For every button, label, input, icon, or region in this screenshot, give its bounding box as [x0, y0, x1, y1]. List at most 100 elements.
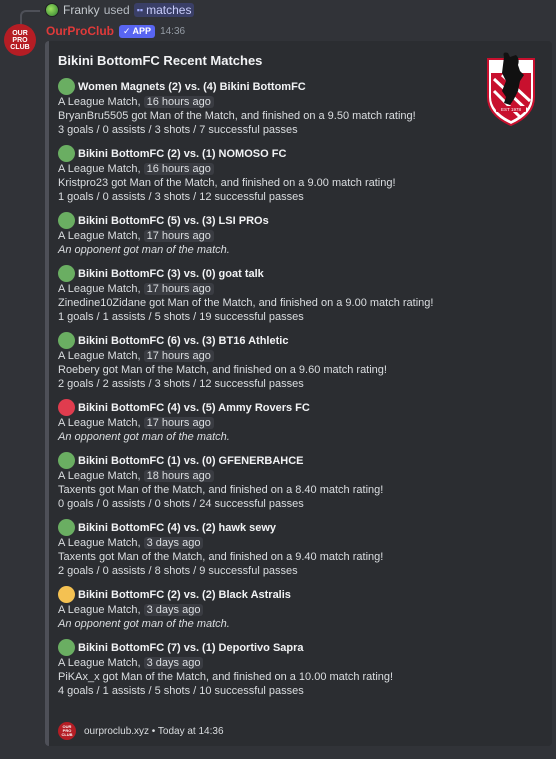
- player-stats: 2 goals / 2 assists / 3 shots / 12 succe…: [58, 378, 304, 390]
- match-meta: A League Match, 17 hours ago: [58, 229, 540, 243]
- app-badge-label: APP: [132, 26, 152, 36]
- footer-logo-line: CLUB: [61, 732, 73, 737]
- match-meta: A League Match, 3 days ago: [58, 536, 540, 550]
- man-of-the-match: An opponent got man of the match.: [58, 244, 230, 256]
- player-stats: 1 goals / 1 assists / 5 shots / 19 succe…: [58, 311, 304, 323]
- match-title: Bikini BottomFC (5) vs. (3) LSI PROs: [78, 214, 269, 227]
- match-title: Bikini BottomFC (2) vs. (1) NOMOSO FC: [78, 147, 287, 160]
- match-type: A League Match,: [58, 163, 141, 175]
- bot-username[interactable]: OurProClub: [46, 24, 114, 38]
- club-crest-icon[interactable]: EST 1978: [482, 51, 540, 127]
- match-meta: A League Match, 18 hours ago: [58, 469, 540, 483]
- match-entry: Bikini BottomFC (4) vs. (5) Ammy Rovers …: [58, 399, 540, 444]
- result-win-icon: [58, 639, 75, 656]
- match-time[interactable]: 17 hours ago: [143, 417, 214, 429]
- match-type: A League Match,: [58, 230, 141, 242]
- avatar-line: OUR: [12, 29, 28, 37]
- match-header: Bikini BottomFC (7) vs. (1) Deportivo Sa…: [58, 639, 540, 656]
- avatar-line: CLUB: [10, 43, 30, 51]
- result-win-icon: [58, 212, 75, 229]
- match-entry: Bikini BottomFC (6) vs. (3) BT16 Athleti…: [58, 332, 540, 391]
- match-type: A League Match,: [58, 96, 141, 108]
- match-time[interactable]: 16 hours ago: [143, 163, 214, 175]
- footer-logo: OUR PRO CLUB: [58, 722, 76, 740]
- reply-verb: used: [103, 3, 130, 17]
- command-chip[interactable]: ▪▪ matches: [133, 3, 195, 17]
- match-title: Bikini BottomFC (4) vs. (5) Ammy Rovers …: [78, 401, 310, 414]
- player-stats: 1 goals / 0 assists / 3 shots / 12 succe…: [58, 191, 304, 203]
- match-entry: Bikini BottomFC (2) vs. (2) Black Astral…: [58, 586, 540, 631]
- match-header: Bikini BottomFC (2) vs. (2) Black Astral…: [58, 586, 540, 603]
- match-header: Bikini BottomFC (6) vs. (3) BT16 Athleti…: [58, 332, 540, 349]
- match-meta: A League Match, 16 hours ago: [58, 162, 540, 176]
- bot-avatar[interactable]: OUR PRO CLUB: [4, 24, 36, 56]
- match-meta: A League Match, 17 hours ago: [58, 416, 540, 430]
- match-entry: Bikini BottomFC (7) vs. (1) Deportivo Sa…: [58, 639, 540, 698]
- match-time[interactable]: 17 hours ago: [143, 350, 214, 362]
- match-type: A League Match,: [58, 657, 141, 669]
- match-title: Bikini BottomFC (3) vs. (0) goat talk: [78, 267, 264, 280]
- message-header: OurProClub ✓ APP 14:36: [46, 23, 185, 39]
- slash-command-icon: ▪▪: [136, 5, 144, 15]
- match-header: Bikini BottomFC (4) vs. (2) hawk sewy: [58, 519, 540, 536]
- match-title: Bikini BottomFC (2) vs. (2) Black Astral…: [78, 588, 291, 601]
- match-title: Women Magnets (2) vs. (4) Bikini BottomF…: [78, 80, 306, 93]
- player-stats: 2 goals / 0 assists / 8 shots / 9 succes…: [58, 565, 298, 577]
- match-time[interactable]: 18 hours ago: [143, 470, 214, 482]
- avatar-line: PRO: [12, 36, 28, 44]
- man-of-the-match: Taxents got Man of the Match, and finish…: [58, 551, 384, 563]
- footer-text: ourproclub.xyz • Today at 14:36: [84, 725, 224, 737]
- match-entry: Bikini BottomFC (3) vs. (0) goat talk A L…: [58, 265, 540, 324]
- result-win-icon: [58, 332, 75, 349]
- match-title: Bikini BottomFC (1) vs. (0) GFENERBAHCE: [78, 454, 304, 467]
- match-header: Bikini BottomFC (3) vs. (0) goat talk: [58, 265, 540, 282]
- match-list: Women Magnets (2) vs. (4) Bikini BottomF…: [58, 78, 540, 698]
- match-title: Bikini BottomFC (4) vs. (2) hawk sewy: [78, 521, 277, 534]
- player-stats: 0 goals / 0 assists / 0 shots / 24 succe…: [58, 498, 304, 510]
- command-name: matches: [146, 3, 192, 17]
- match-type: A League Match,: [58, 604, 141, 616]
- reply-context[interactable]: Franky used ▪▪ matches: [45, 1, 195, 19]
- match-time[interactable]: 16 hours ago: [143, 96, 214, 108]
- match-title: Bikini BottomFC (6) vs. (3) BT16 Athleti…: [78, 334, 289, 347]
- match-header: Bikini BottomFC (1) vs. (0) GFENERBAHCE: [58, 452, 540, 469]
- match-time[interactable]: 3 days ago: [143, 657, 204, 669]
- reply-username[interactable]: Franky: [63, 3, 100, 17]
- match-time[interactable]: 17 hours ago: [143, 230, 214, 242]
- match-meta: A League Match, 3 days ago: [58, 603, 540, 617]
- result-loss-icon: [58, 399, 75, 416]
- result-win-icon: [58, 78, 75, 95]
- man-of-the-match: An opponent got man of the match.: [58, 618, 230, 630]
- matches-embed: Bikini BottomFC Recent Matches EST 1978 …: [45, 41, 552, 746]
- match-time[interactable]: 3 days ago: [143, 604, 204, 616]
- match-time[interactable]: 17 hours ago: [143, 283, 214, 295]
- embed-title: Bikini BottomFC Recent Matches: [58, 53, 263, 68]
- man-of-the-match: Taxents got Man of the Match, and finish…: [58, 484, 384, 496]
- man-of-the-match: PiKAx_x got Man of the Match, and finish…: [58, 671, 394, 683]
- result-win-icon: [58, 145, 75, 162]
- app-badge: ✓ APP: [119, 24, 156, 38]
- reply-avatar[interactable]: [45, 3, 59, 17]
- result-win-icon: [58, 519, 75, 536]
- match-entry: Bikini BottomFC (1) vs. (0) GFENERBAHCE A…: [58, 452, 540, 511]
- verified-check-icon: ✓: [123, 25, 131, 36]
- player-stats: 4 goals / 1 assists / 5 shots / 10 succe…: [58, 685, 304, 697]
- man-of-the-match: An opponent got man of the match.: [58, 431, 230, 443]
- result-draw-icon: [58, 586, 75, 603]
- match-header: Women Magnets (2) vs. (4) Bikini BottomF…: [58, 78, 540, 95]
- match-entry: Women Magnets (2) vs. (4) Bikini BottomF…: [58, 78, 540, 137]
- player-stats: 3 goals / 0 assists / 3 shots / 7 succes…: [58, 124, 298, 136]
- match-time[interactable]: 3 days ago: [143, 537, 204, 549]
- match-entry: Bikini BottomFC (4) vs. (2) hawk sewy A L…: [58, 519, 540, 578]
- match-meta: A League Match, 17 hours ago: [58, 349, 540, 363]
- result-win-icon: [58, 452, 75, 469]
- match-type: A League Match,: [58, 350, 141, 362]
- result-win-icon: [58, 265, 75, 282]
- match-entry: Bikini BottomFC (2) vs. (1) NOMOSO FC A L…: [58, 145, 540, 204]
- match-type: A League Match,: [58, 283, 141, 295]
- man-of-the-match: Kristpro23 got Man of the Match, and fin…: [58, 177, 396, 189]
- message-timestamp[interactable]: 14:36: [160, 26, 185, 37]
- man-of-the-match: Roebery got Man of the Match, and finish…: [58, 364, 387, 376]
- match-meta: A League Match, 3 days ago: [58, 656, 540, 670]
- match-entry: Bikini BottomFC (5) vs. (3) LSI PROs A Le…: [58, 212, 540, 257]
